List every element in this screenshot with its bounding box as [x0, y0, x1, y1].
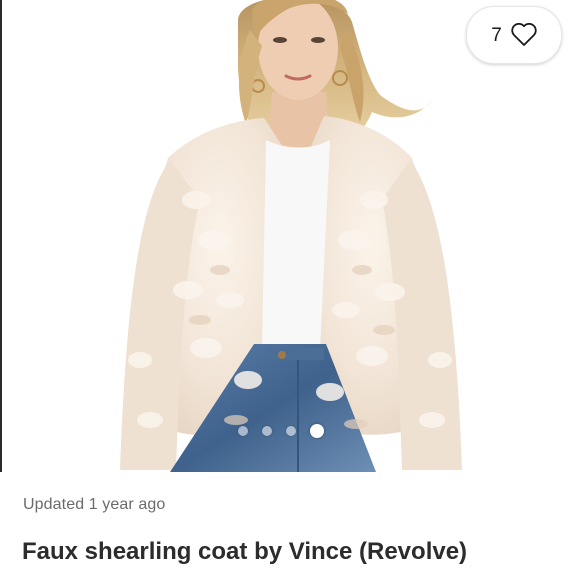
carousel-dot-3[interactable]	[286, 426, 296, 436]
listing-title: Faux shearling coat by Vince (Revolve)	[22, 538, 468, 565]
left-edge-rule	[0, 0, 2, 472]
listing-screen: 7 Updated 1 year ago Faux shearling coat…	[0, 0, 580, 580]
updated-timestamp: Updated 1 year ago	[23, 496, 166, 513]
carousel-dot-2[interactable]	[262, 426, 272, 436]
product-photo[interactable]	[0, 0, 580, 472]
model-photo-illustration	[0, 0, 580, 472]
carousel-dot-active[interactable]	[310, 424, 324, 438]
heart-outline-icon	[511, 22, 537, 47]
like-count: 7	[491, 24, 502, 46]
like-button[interactable]: 7	[466, 6, 562, 64]
carousel-indicators	[238, 422, 348, 440]
carousel-dot-1[interactable]	[238, 426, 248, 436]
